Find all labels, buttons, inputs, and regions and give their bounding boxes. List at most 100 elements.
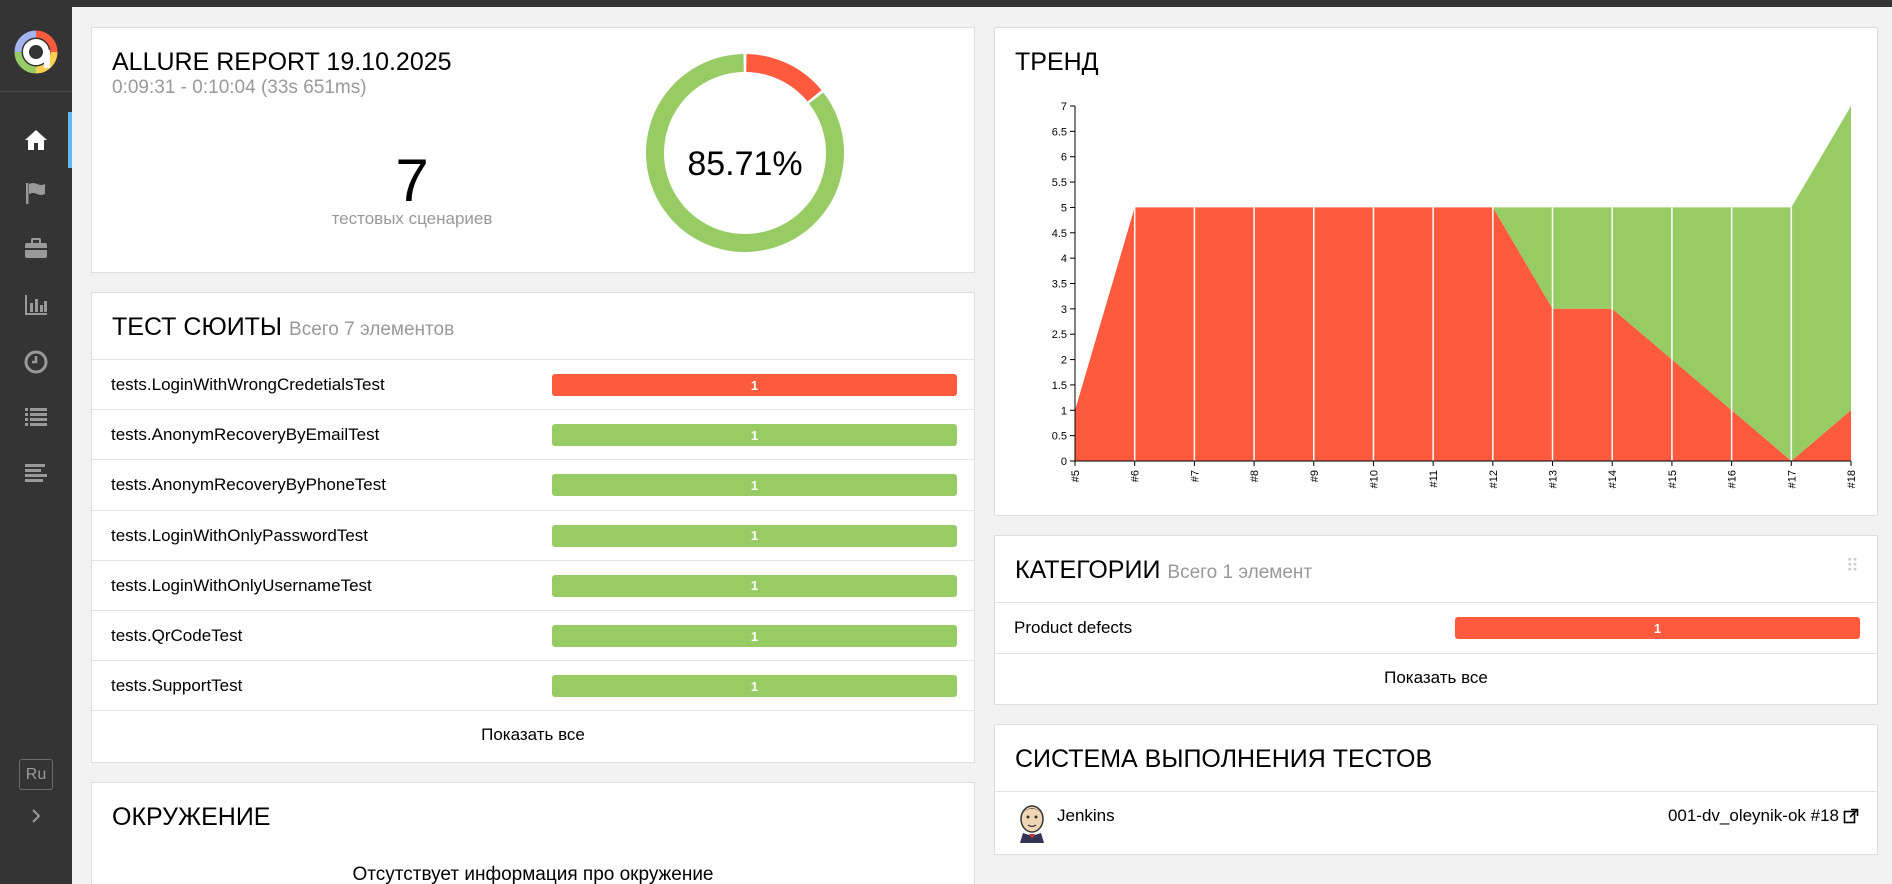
environment-empty-message: Отсутствует информация про окружение <box>352 864 714 884</box>
test-case-count: 7 <box>395 147 429 214</box>
suite-name: tests.AnonymRecoveryByPhoneTest <box>111 475 386 495</box>
list-icon <box>25 408 47 426</box>
trend-y-tick-label: 5.5 <box>1052 177 1067 189</box>
trend-y-tick-label: 5 <box>1061 202 1067 214</box>
suite-status-bar[interactable]: 1 <box>552 474 957 497</box>
bar-chart-icon <box>25 295 47 315</box>
suite-row[interactable]: tests.AnonymRecoveryByEmailTest 1 <box>92 409 974 459</box>
suite-row[interactable]: tests.QrCodeTest 1 <box>92 610 974 660</box>
trend-x-tick-label: #5 <box>1070 470 1082 482</box>
suites-widget: ТЕСТ СЮИТЫ Всего 7 элементов tests.Login… <box>91 292 975 763</box>
environment-title: ОКРУЖЕНИЕ <box>112 803 271 831</box>
trend-y-tick-label: 4.5 <box>1052 228 1067 240</box>
category-status-bar[interactable]: 1 <box>1455 617 1860 639</box>
trend-x-tick-label: #10 <box>1368 470 1380 488</box>
executors-title: СИСТЕМА ВЫПОЛНЕНИЯ ТЕСТОВ <box>1015 745 1433 773</box>
briefcase-icon <box>25 238 47 258</box>
trend-x-tick-label: #17 <box>1786 470 1798 488</box>
executors-widget: СИСТЕМА ВЫПОЛНЕНИЯ ТЕСТОВ Jenkins 001-dv… <box>994 724 1878 855</box>
report-time-range: 0:09:31 - 0:10:04 (33s 651ms) <box>112 77 367 98</box>
trend-y-tick-label: 0 <box>1061 456 1067 468</box>
trend-y-tick-label: 2.5 <box>1052 329 1067 341</box>
categories-show-all-link[interactable]: Показать все <box>995 668 1877 688</box>
suite-row[interactable]: tests.LoginWithOnlyPasswordTest 1 <box>92 509 974 560</box>
suite-row[interactable]: tests.AnonymRecoveryByPhoneTest 1 <box>92 459 974 509</box>
suites-show-all-row: Показать все <box>92 710 974 760</box>
trend-y-tick-label: 3 <box>1061 304 1067 316</box>
nav-categories[interactable] <box>0 165 72 221</box>
category-row[interactable]: Product defects 1 <box>995 602 1877 652</box>
suite-name: tests.AnonymRecoveryByEmailTest <box>111 425 380 445</box>
nav-graphs[interactable] <box>0 277 72 333</box>
suite-row[interactable]: tests.SupportTest 1 <box>92 660 974 710</box>
suite-name: tests.QrCodeTest <box>111 626 243 645</box>
timeline-icon <box>25 464 47 482</box>
trend-x-tick-label: #14 <box>1607 470 1619 488</box>
jenkins-avatar-icon <box>1020 805 1044 843</box>
trend-x-tick-label: #16 <box>1727 470 1739 488</box>
category-name: Product defects <box>1014 618 1133 637</box>
suites-title-text: ТЕСТ СЮИТЫ <box>112 313 283 341</box>
nav-overview[interactable] <box>0 112 72 168</box>
trend-y-tick-label: 1 <box>1061 405 1067 417</box>
trend-y-tick-label: 3.5 <box>1052 279 1067 291</box>
top-bar <box>0 0 1892 7</box>
drag-handle-icon[interactable]: ⠿ <box>1846 556 1859 577</box>
trend-x-tick-label: #11 <box>1428 470 1440 488</box>
executor-name: Jenkins <box>1057 806 1115 825</box>
suite-name: tests.LoginWithWrongCredetialsTest <box>111 375 385 394</box>
trend-y-tick-label: 4 <box>1061 253 1067 265</box>
logo-divider <box>0 91 72 92</box>
trend-y-tick-label: 6 <box>1061 152 1067 164</box>
trend-y-tick-label: 7 <box>1061 101 1067 113</box>
suite-status-bar[interactable]: 1 <box>552 675 957 698</box>
suites-subtitle: Всего 7 элементов <box>289 319 455 340</box>
summary-widget: ALLURE REPORT 19.10.2025 0:09:31 - 0:10:… <box>91 27 975 273</box>
suites-show-all-link[interactable]: Показать все <box>92 725 974 745</box>
nav-suites[interactable] <box>0 221 72 277</box>
categories-title-text: КАТЕГОРИИ <box>1015 556 1161 584</box>
suite-name: tests.SupportTest <box>111 676 243 696</box>
executor-build-label: 001-dv_oleynik-ok #18 <box>1667 806 1839 825</box>
trend-y-tick-label: 1.5 <box>1052 380 1067 392</box>
trend-y-tick-label: 0.5 <box>1052 431 1067 443</box>
suite-status-bar[interactable]: 1 <box>552 574 957 597</box>
nav-packages[interactable] <box>0 445 72 501</box>
trend-x-tick-label: #7 <box>1189 470 1201 482</box>
trend-x-tick-label: #18 <box>1846 470 1858 488</box>
suite-row[interactable]: tests.LoginWithOnlyUsernameTest 1 <box>92 559 974 610</box>
environment-widget: ОКРУЖЕНИЕ Отсутствует информация про окр… <box>91 782 975 884</box>
suites-title: ТЕСТ СЮИТЫ Всего 7 элементов <box>112 313 454 342</box>
suite-status-bar[interactable]: 1 <box>552 625 957 647</box>
suite-name: tests.LoginWithOnlyUsernameTest <box>111 575 372 595</box>
categories-title: КАТЕГОРИИ Всего 1 элемент <box>1015 556 1312 585</box>
flag-icon <box>26 183 45 204</box>
suite-status-bar[interactable]: 1 <box>552 524 957 547</box>
nav-timeline[interactable] <box>0 334 72 390</box>
test-case-count-label: тестовых сценариев <box>331 209 493 228</box>
trend-x-tick-label: #12 <box>1488 470 1500 488</box>
external-link-icon <box>1843 808 1859 824</box>
executor-build-link[interactable]: 001-dv_oleynik-ok #18 <box>1668 806 1859 826</box>
trend-y-tick-label: 2 <box>1061 355 1067 367</box>
trend-x-tick-label: #9 <box>1309 470 1321 482</box>
clock-icon <box>24 350 48 374</box>
language-button[interactable]: Ru <box>19 759 53 790</box>
trend-widget: ТРЕНД 0 0.5 1 1.5 2 2.5 3 3.5 4 4.5 5 5.5 6 6.5 7 #5 #6 #… <box>994 27 1878 516</box>
trend-y-tick-label: 6.5 <box>1052 126 1067 138</box>
allure-logo-icon[interactable] <box>14 30 58 74</box>
suite-status-bar[interactable]: 1 <box>552 374 957 396</box>
expand-sidebar-chevron-icon[interactable] <box>24 804 48 828</box>
trend-x-tick-label: #8 <box>1249 470 1261 482</box>
suite-status-bar[interactable]: 1 <box>552 424 957 447</box>
suite-row[interactable]: tests.LoginWithWrongCredetialsTest 1 <box>92 359 974 409</box>
trend-x-tick-label: #6 <box>1130 470 1142 482</box>
home-icon <box>25 130 47 150</box>
trend-x-tick-label: #15 <box>1667 470 1679 488</box>
nav-behaviors[interactable] <box>0 389 72 445</box>
categories-subtitle: Всего 1 элемент <box>1167 562 1313 583</box>
donut-failed-slice[interactable] <box>745 54 822 102</box>
trend-chart: 0 0.5 1 1.5 2 2.5 3 3.5 4 4.5 5 5.5 6 6.5 7 #5 #6 #7 #8 #9 #… <box>1052 101 1858 488</box>
sidebar: Ru <box>0 0 72 884</box>
categories-widget: КАТЕГОРИИ Всего 1 элемент ⠿ Product defe… <box>994 535 1878 705</box>
